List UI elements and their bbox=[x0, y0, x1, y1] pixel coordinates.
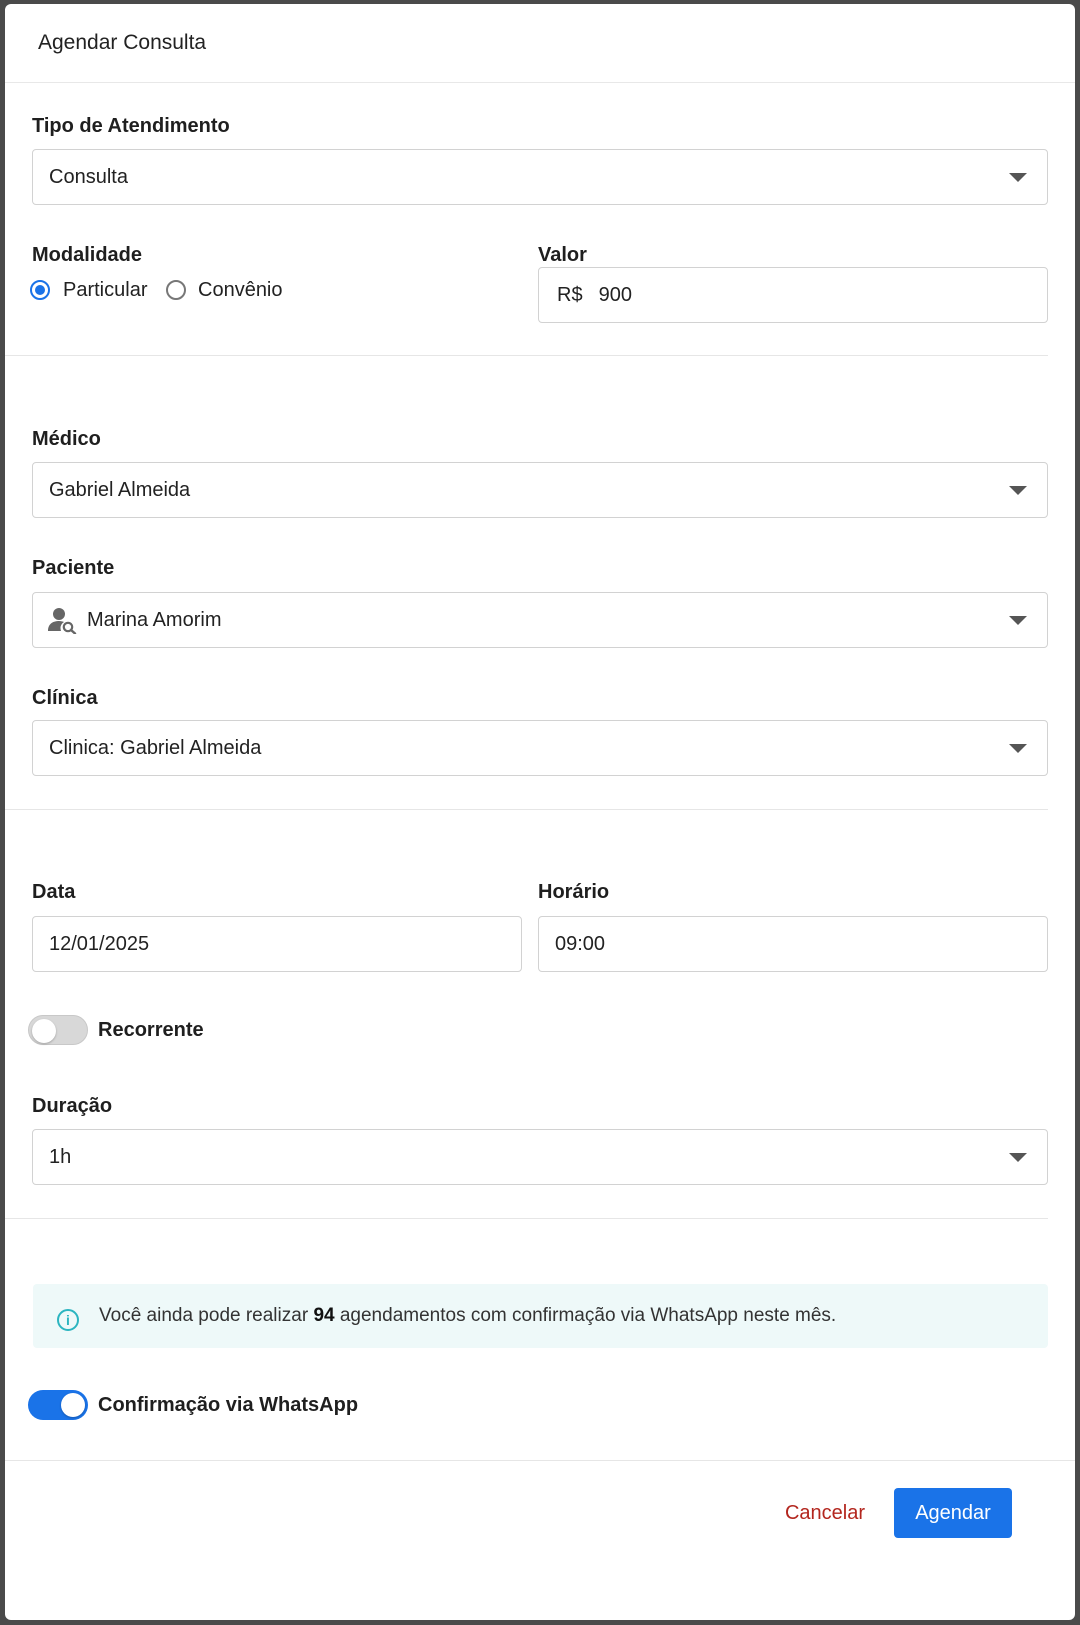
submit-button[interactable]: Agendar bbox=[894, 1488, 1012, 1538]
chevron-down-icon bbox=[1009, 616, 1027, 625]
chevron-down-icon bbox=[1009, 173, 1027, 182]
medico-select[interactable]: Gabriel Almeida bbox=[32, 462, 1048, 518]
whatsapp-label: Confirmação via WhatsApp bbox=[98, 1394, 359, 1416]
modal-header: Agendar Consulta bbox=[5, 4, 1075, 83]
footer-divider bbox=[5, 1460, 1075, 1461]
modalidade-label: Modalidade bbox=[32, 244, 143, 266]
toggle-knob bbox=[61, 1393, 85, 1417]
radio-particular[interactable] bbox=[30, 280, 50, 300]
tipo-atendimento-value: Consulta bbox=[49, 165, 128, 188]
cancel-button[interactable]: Cancelar bbox=[770, 1488, 880, 1538]
divider bbox=[5, 355, 1048, 356]
modal-title: Agendar Consulta bbox=[38, 31, 207, 54]
medico-value: Gabriel Almeida bbox=[49, 478, 191, 501]
schedule-modal: Agendar Consulta Tipo de Atendimento Con… bbox=[5, 4, 1075, 1620]
radio-convenio-label[interactable]: Convênio bbox=[198, 279, 283, 302]
whatsapp-toggle[interactable] bbox=[28, 1390, 88, 1420]
horario-value: 09:00 bbox=[555, 932, 606, 955]
horario-input[interactable]: 09:00 bbox=[538, 916, 1048, 972]
clinica-value: Clinica: Gabriel Almeida bbox=[49, 736, 262, 759]
whatsapp-quota-info: i Você ainda pode realizar 94 agendament… bbox=[33, 1284, 1048, 1348]
radio-particular-label[interactable]: Particular bbox=[63, 279, 147, 302]
toggle-knob bbox=[32, 1019, 56, 1043]
quota-count: 94 bbox=[313, 1305, 335, 1326]
data-input[interactable]: 12/01/2025 bbox=[32, 916, 522, 972]
recorrente-label: Recorrente bbox=[98, 1019, 204, 1041]
user-search-icon bbox=[48, 608, 77, 634]
recorrente-toggle[interactable] bbox=[28, 1015, 88, 1045]
info-icon: i bbox=[57, 1309, 79, 1331]
divider bbox=[5, 809, 1048, 810]
currency-prefix: R$ bbox=[557, 283, 583, 306]
clinica-label: Clínica bbox=[32, 687, 98, 709]
chevron-down-icon bbox=[1009, 1153, 1027, 1162]
divider bbox=[5, 1218, 1048, 1219]
chevron-down-icon bbox=[1009, 486, 1027, 495]
radio-convenio[interactable] bbox=[166, 280, 186, 300]
duracao-value: 1h bbox=[49, 1145, 72, 1168]
horario-label: Horário bbox=[538, 881, 610, 903]
data-label: Data bbox=[32, 881, 76, 903]
valor-input[interactable]: R$ 900 bbox=[538, 267, 1048, 323]
paciente-select[interactable]: Marina Amorim bbox=[32, 592, 1048, 648]
chevron-down-icon bbox=[1009, 744, 1027, 753]
duracao-label: Duração bbox=[32, 1095, 113, 1117]
paciente-label: Paciente bbox=[32, 557, 115, 579]
paciente-value: Marina Amorim bbox=[87, 608, 222, 631]
info-text: Você ainda pode realizar 94 agendamentos… bbox=[99, 1305, 837, 1326]
valor-label: Valor bbox=[538, 244, 587, 266]
duracao-select[interactable]: 1h bbox=[32, 1129, 1048, 1185]
valor-value: 900 bbox=[598, 283, 632, 306]
data-value: 12/01/2025 bbox=[49, 932, 150, 955]
clinica-select[interactable]: Clinica: Gabriel Almeida bbox=[32, 720, 1048, 776]
tipo-atendimento-label: Tipo de Atendimento bbox=[32, 115, 230, 137]
medico-label: Médico bbox=[32, 428, 101, 450]
tipo-atendimento-select[interactable]: Consulta bbox=[32, 149, 1048, 205]
